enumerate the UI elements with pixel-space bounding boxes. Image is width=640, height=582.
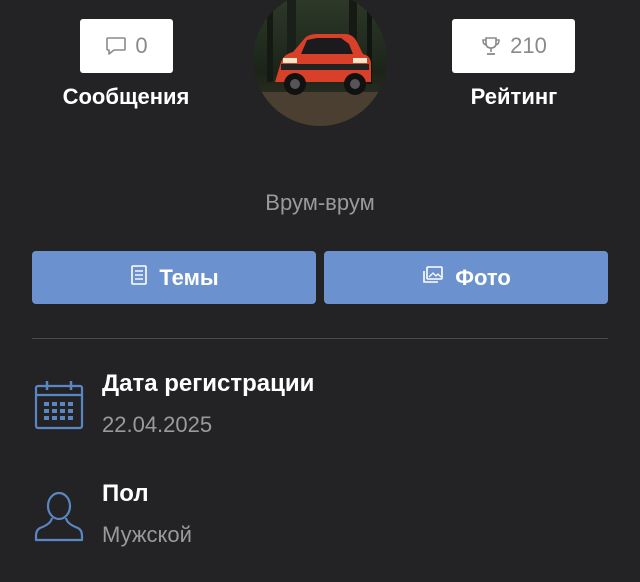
chat-bubble-icon bbox=[105, 36, 127, 56]
rating-count: 210 bbox=[510, 33, 547, 58]
trophy-icon bbox=[480, 35, 502, 57]
topics-button[interactable]: Темы bbox=[32, 251, 316, 304]
calendar-icon bbox=[34, 380, 84, 437]
messages-count-badge[interactable]: 0 bbox=[80, 19, 173, 73]
registration-date: 22.04.2025 bbox=[102, 412, 213, 437]
photos-button[interactable]: Фото bbox=[324, 251, 608, 304]
profile-status: Врум-врум bbox=[265, 190, 375, 215]
divider bbox=[32, 338, 608, 339]
messages-count: 0 bbox=[135, 33, 148, 58]
registration-title: Дата регистрации bbox=[102, 370, 315, 397]
image-gallery-icon bbox=[421, 264, 445, 292]
document-icon bbox=[129, 264, 149, 292]
messages-label: Сообщения bbox=[62, 84, 190, 109]
registration-info: Дата регистрации 22.04.2025 bbox=[0, 368, 640, 448]
rating-label: Рейтинг bbox=[470, 84, 558, 109]
gender-title: Пол bbox=[102, 480, 149, 507]
gender-info: Пол Мужской bbox=[0, 478, 640, 558]
gender-value: Мужской bbox=[102, 522, 192, 547]
topics-button-label: Темы bbox=[159, 264, 219, 290]
avatar[interactable] bbox=[253, 0, 387, 126]
rating-count-badge[interactable]: 210 bbox=[452, 19, 575, 73]
photos-button-label: Фото bbox=[455, 264, 511, 290]
user-icon bbox=[34, 490, 84, 549]
